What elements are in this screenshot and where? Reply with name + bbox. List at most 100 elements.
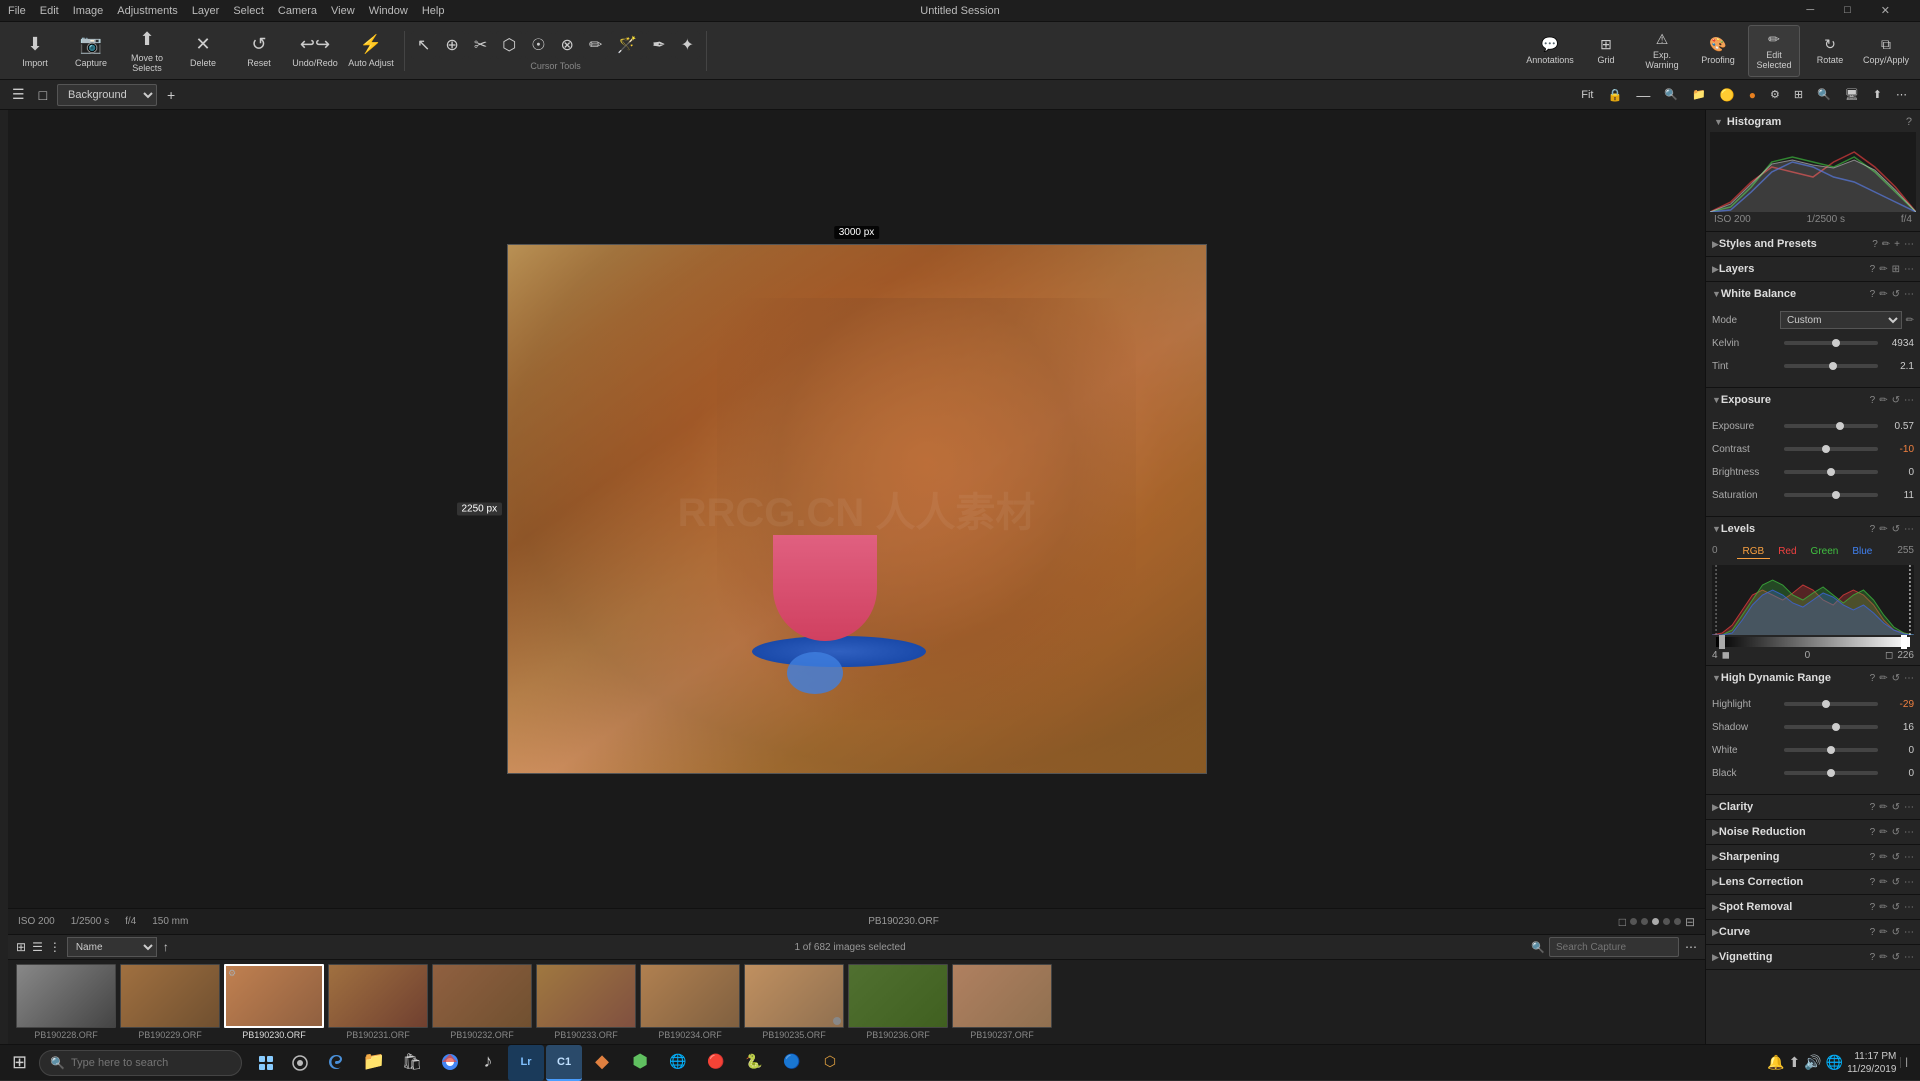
wb-kelvin-slider[interactable] [1784, 341, 1878, 345]
tray-network-icon[interactable]: 🌐 [1826, 1054, 1843, 1071]
hdr-edit-icon[interactable]: ✏ [1879, 673, 1887, 684]
search-box[interactable]: 🔍 [39, 1050, 242, 1076]
hdr-help-icon[interactable]: ? [1870, 673, 1876, 684]
brightness-thumb[interactable] [1827, 468, 1835, 476]
list-item[interactable]: PB190235.ORF [744, 964, 844, 1040]
list-item[interactable]: PB190228.ORF [16, 964, 116, 1040]
dot-4[interactable] [1663, 918, 1670, 925]
menu-view[interactable]: View [331, 5, 355, 17]
menu-select[interactable]: Select [233, 5, 264, 17]
panel-toggle-left[interactable]: ☰ [8, 84, 29, 105]
highlight-slider[interactable] [1784, 702, 1878, 706]
taskbar-chrome[interactable] [432, 1045, 468, 1081]
sharp-help-icon[interactable]: ? [1870, 852, 1876, 863]
curve-help-icon[interactable]: ? [1870, 927, 1876, 938]
exposure-slider[interactable] [1784, 424, 1878, 428]
vignetting-reset-icon[interactable]: ↺ [1892, 952, 1900, 963]
taskbar-search-input[interactable] [71, 1057, 231, 1069]
exposure-edit-icon[interactable]: ✏ [1879, 395, 1887, 406]
noise-reset-icon[interactable]: ↺ [1892, 827, 1900, 838]
exposure-thumb[interactable] [1836, 422, 1844, 430]
cursor-tool-brush[interactable]: ✏ [583, 31, 608, 59]
annotations-button[interactable]: 💬 Annotations [1524, 25, 1576, 77]
auto-adjust-button[interactable]: ⚡ Auto Adjust [344, 25, 398, 77]
list-item[interactable]: PB190234.ORF [640, 964, 740, 1040]
copy-apply-button[interactable]: ⧉ Copy/Apply [1860, 25, 1912, 77]
view-mode-btn[interactable]: □ [35, 85, 51, 105]
tray-notification-icon[interactable]: 🔔 [1767, 1054, 1784, 1071]
menu-help[interactable]: Help [422, 5, 445, 17]
levels-tab-rgb[interactable]: RGB [1737, 545, 1771, 559]
black-thumb[interactable] [1827, 769, 1835, 777]
menu-file[interactable]: File [8, 5, 26, 17]
shadow-slider[interactable] [1784, 725, 1878, 729]
wb-more-icon[interactable]: ⋯ [1904, 289, 1914, 300]
taskbar-app-10[interactable]: ⬢ [622, 1045, 658, 1081]
thumbnail-image[interactable] [16, 964, 116, 1028]
capture-button[interactable]: 📷 Capture [64, 25, 118, 77]
zoom-lock-button[interactable]: 🔒 [1602, 86, 1627, 104]
taskbar-edge[interactable] [318, 1045, 354, 1081]
thumbnail-image[interactable] [952, 964, 1052, 1028]
cursor-tool-magic[interactable]: 🪄 [611, 31, 643, 59]
vignetting-edit-icon[interactable]: ✏ [1879, 952, 1887, 963]
filmstrip-list-view[interactable]: ☰ [32, 940, 43, 954]
noise-help-icon[interactable]: ? [1870, 827, 1876, 838]
styles-add-icon[interactable]: + [1894, 239, 1900, 250]
zoom-in-btn[interactable]: 🔍 [1812, 86, 1836, 103]
menu-window[interactable]: Window [369, 5, 408, 17]
curve-reset-icon[interactable]: ↺ [1892, 927, 1900, 938]
levels-black-handle[interactable] [1719, 635, 1725, 649]
list-item[interactable]: ⚙ PB190230.ORF [224, 964, 324, 1040]
levels-tab-red[interactable]: Red [1772, 545, 1802, 559]
wb-help-icon[interactable]: ? [1870, 289, 1876, 300]
cursor-tool-crop[interactable]: ✂ [468, 31, 493, 59]
taskbar-app-12[interactable]: 🔴 [698, 1045, 734, 1081]
dot-1[interactable] [1630, 918, 1637, 925]
levels-reset-icon[interactable]: ↺ [1892, 524, 1900, 535]
filmstrip-grid-view[interactable]: ⊞ [16, 940, 26, 954]
filmstrip-detail-view[interactable]: ⋮ [49, 940, 61, 954]
menu-layer[interactable]: Layer [192, 5, 220, 17]
cursor-tool-select[interactable]: ↖ [411, 31, 436, 59]
taskbar-app-lightroom[interactable]: Lr [508, 1045, 544, 1081]
hdr-header[interactable]: ▼ High Dynamic Range ? ✏ ↺ ⋯ [1706, 666, 1920, 690]
layers-edit-icon[interactable]: ✏ [1879, 264, 1887, 275]
add-layer-button[interactable]: + [163, 85, 179, 105]
taskbar-explorer[interactable]: 📁 [356, 1045, 392, 1081]
more-btn[interactable]: ⋯ [1891, 86, 1912, 103]
task-view-button[interactable] [250, 1045, 282, 1081]
filmstrip-more-button[interactable]: ⋯ [1685, 940, 1697, 954]
search-capture-input[interactable] [1549, 937, 1679, 957]
spot-more-icon[interactable]: ⋯ [1904, 902, 1914, 913]
clarity-edit-icon[interactable]: ✏ [1879, 802, 1887, 813]
dot-2[interactable] [1641, 918, 1648, 925]
hdr-reset-icon[interactable]: ↺ [1892, 673, 1900, 684]
shadow-thumb[interactable] [1832, 723, 1840, 731]
wb-tint-slider[interactable] [1784, 364, 1878, 368]
brightness-slider[interactable] [1784, 470, 1878, 474]
undo-redo-button[interactable]: ↩↪ Undo/Redo [288, 25, 342, 77]
levels-black-point-icon[interactable]: ◼ [1722, 650, 1730, 661]
black-slider[interactable] [1784, 771, 1878, 775]
thumbnail-image[interactable] [328, 964, 428, 1028]
menu-image[interactable]: Image [73, 5, 104, 17]
contrast-thumb[interactable] [1822, 445, 1830, 453]
thumbnail-image[interactable] [640, 964, 740, 1028]
exposure-more-icon[interactable]: ⋯ [1904, 395, 1914, 406]
levels-tab-blue[interactable]: Blue [1846, 545, 1878, 559]
color-picker-btn[interactable]: 🟡 [1715, 86, 1740, 104]
exp-warning-button[interactable]: ⚠ Exp. Warning [1636, 25, 1688, 77]
menu-edit[interactable]: Edit [40, 5, 59, 17]
list-item[interactable]: PB190231.ORF [328, 964, 428, 1040]
layers-header[interactable]: ▶ Layers ? ✏ ⊞ ⋯ [1706, 257, 1920, 281]
white-slider[interactable] [1784, 748, 1878, 752]
lens-more-icon[interactable]: ⋯ [1904, 877, 1914, 888]
spot-edit-icon[interactable]: ✏ [1879, 902, 1887, 913]
vignetting-help-icon[interactable]: ? [1870, 952, 1876, 963]
levels-header[interactable]: ▼ Levels ? ✏ ↺ ⋯ [1706, 517, 1920, 541]
levels-edit-icon[interactable]: ✏ [1879, 524, 1887, 535]
list-item[interactable]: PB190236.ORF [848, 964, 948, 1040]
levels-white-handle[interactable] [1901, 635, 1907, 649]
show-desktop-btn[interactable]: | [1900, 1057, 1908, 1068]
